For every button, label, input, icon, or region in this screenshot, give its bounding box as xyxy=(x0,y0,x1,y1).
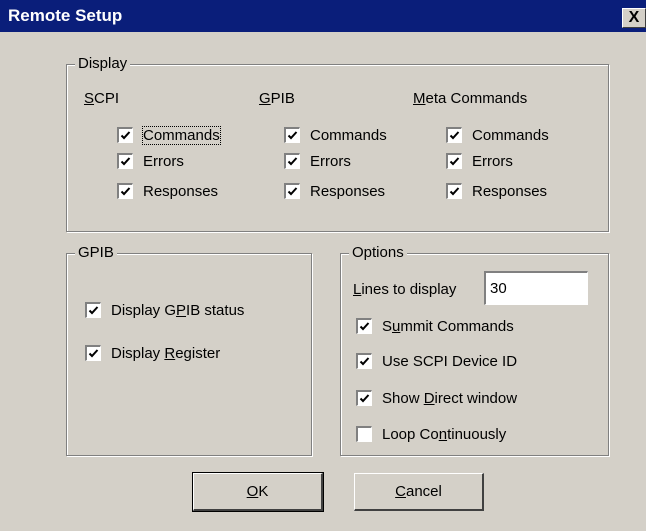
checkbox-box[interactable] xyxy=(85,345,101,361)
checkbox-box[interactable] xyxy=(85,302,101,318)
checkbox-box[interactable] xyxy=(446,183,462,199)
cancel-button[interactable]: Cancel xyxy=(354,473,484,511)
checkbox-box[interactable] xyxy=(356,390,372,406)
close-icon[interactable]: X xyxy=(622,8,646,28)
checkbox-box[interactable] xyxy=(446,127,462,143)
checkbox-box[interactable] xyxy=(356,353,372,369)
checkbox-box[interactable] xyxy=(356,318,372,334)
checkbox-box[interactable] xyxy=(117,127,133,143)
window-title: Remote Setup xyxy=(8,6,123,25)
checkbox-label: Commands xyxy=(142,125,221,145)
checkbox-box[interactable] xyxy=(284,183,300,199)
checkbox-label: Commands xyxy=(472,126,549,144)
scpi-commands-checkbox[interactable]: Commands xyxy=(117,124,221,146)
meta-responses-checkbox[interactable]: Responses xyxy=(446,180,547,202)
display-register-checkbox[interactable]: Display Register xyxy=(85,342,220,364)
lines-to-display-label: Lines to display xyxy=(353,281,457,298)
checkbox-label: Display GPIB status xyxy=(111,301,245,319)
checkbox-label: Loop Continuously xyxy=(382,425,507,443)
use-scpi-device-id-checkbox[interactable]: Use SCPI Device ID xyxy=(356,350,517,372)
checkbox-box[interactable] xyxy=(284,127,300,143)
checkbox-label: Summit Commands xyxy=(382,317,514,335)
ok-button[interactable]: OK xyxy=(192,472,324,512)
options-legend: Options xyxy=(349,244,407,262)
gpib-responses-checkbox[interactable]: Responses xyxy=(284,180,385,202)
scpi-responses-checkbox[interactable]: Responses xyxy=(117,180,218,202)
ok-button-label: OK xyxy=(246,483,269,500)
checkbox-box[interactable] xyxy=(446,153,462,169)
scpi-errors-checkbox[interactable]: Errors xyxy=(117,150,184,172)
checkbox-label: Errors xyxy=(310,152,351,170)
display-group: Display xyxy=(66,55,609,232)
meta-commands-header: Meta Commands xyxy=(413,90,528,107)
checkbox-box[interactable] xyxy=(117,183,133,199)
meta-errors-checkbox[interactable]: Errors xyxy=(446,150,513,172)
title-bar[interactable]: Remote Setup X xyxy=(0,0,646,32)
gpib-errors-checkbox[interactable]: Errors xyxy=(284,150,351,172)
display-legend: Display xyxy=(75,55,131,73)
checkbox-box[interactable] xyxy=(117,153,133,169)
cancel-button-label: Cancel xyxy=(395,483,442,500)
lines-to-display-input[interactable] xyxy=(484,271,588,305)
gpib-commands-checkbox[interactable]: Commands xyxy=(284,124,387,146)
checkbox-label: Display Register xyxy=(111,344,221,362)
checkbox-label: Show Direct window xyxy=(382,389,518,407)
remote-setup-dialog: Remote Setup X Display SCPI GPIB Meta Co… xyxy=(0,0,646,531)
loop-continuously-checkbox[interactable]: Loop Continuously xyxy=(356,423,506,445)
checkbox-box[interactable] xyxy=(356,426,372,442)
scpi-header: SCPI xyxy=(84,90,120,107)
checkbox-label: Errors xyxy=(143,152,184,170)
checkbox-box[interactable] xyxy=(284,153,300,169)
checkbox-label: Responses xyxy=(472,182,548,200)
meta-commands-checkbox[interactable]: Commands xyxy=(446,124,549,146)
checkbox-label: Errors xyxy=(472,152,513,170)
checkbox-label: Responses xyxy=(143,182,219,200)
summit-commands-checkbox[interactable]: Summit Commands xyxy=(356,315,514,337)
checkbox-label: Commands xyxy=(310,126,387,144)
show-direct-window-checkbox[interactable]: Show Direct window xyxy=(356,387,517,409)
gpib-header: GPIB xyxy=(259,90,295,107)
display-gpib-status-checkbox[interactable]: Display GPIB status xyxy=(85,299,244,321)
checkbox-label: Responses xyxy=(310,182,386,200)
gpib-legend: GPIB xyxy=(75,244,117,262)
checkbox-label: Use SCPI Device ID xyxy=(382,352,518,370)
